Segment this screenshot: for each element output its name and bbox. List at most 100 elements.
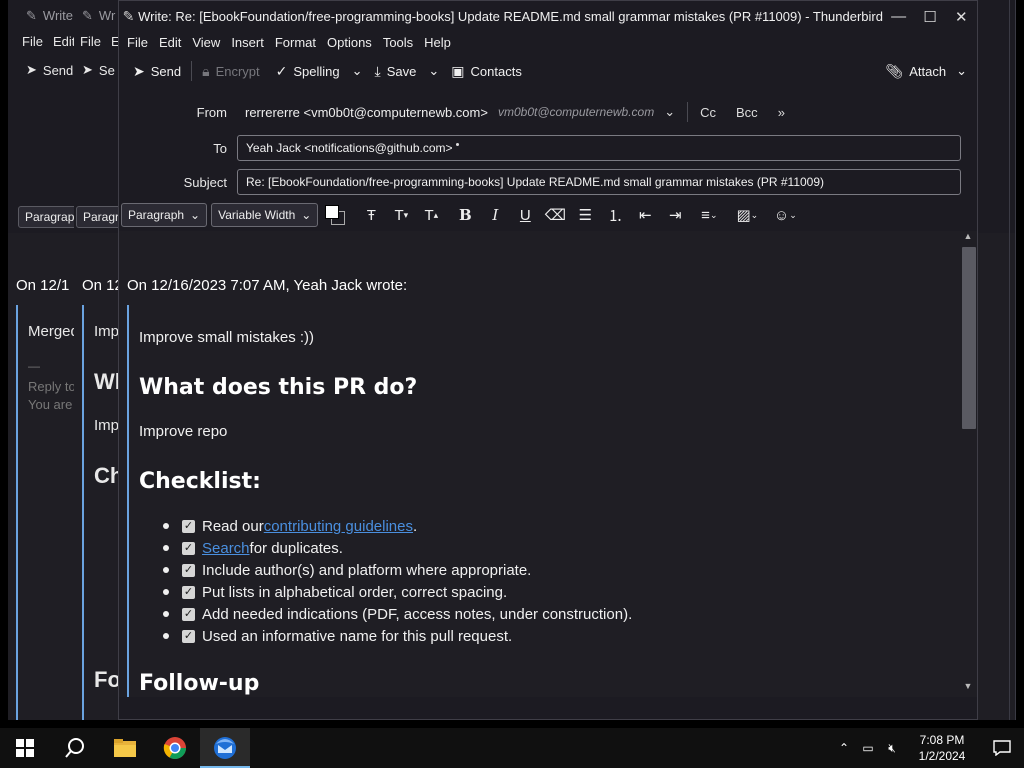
menu-file[interactable]: File bbox=[123, 35, 155, 50]
network-icon[interactable]: ▭ bbox=[856, 741, 880, 755]
heading-checklist: Checklist: bbox=[139, 469, 261, 494]
scroll-up-icon[interactable]: ▲ bbox=[959, 231, 977, 245]
text-color-picker[interactable] bbox=[322, 203, 348, 227]
to-field[interactable]: Yeah Jack <notifications@github.com> bbox=[237, 135, 961, 161]
menu-help[interactable]: Help bbox=[420, 35, 458, 50]
thunderbird-button[interactable] bbox=[200, 728, 250, 768]
from-identity: vm0b0t@computernewb.com bbox=[497, 105, 655, 119]
chevron-down-icon: ⌄ bbox=[190, 208, 201, 222]
decrease-font-size-icon[interactable]: T ▾ bbox=[388, 203, 414, 227]
menu-tools[interactable]: Tools bbox=[379, 35, 420, 50]
menu-options[interactable]: Options bbox=[323, 35, 379, 50]
from-dropdown[interactable]: ⌄ bbox=[654, 104, 685, 120]
outdent-icon[interactable]: ⇤ bbox=[632, 203, 658, 227]
intro-text: Improve small mistakes :)) bbox=[139, 329, 315, 346]
menu-view[interactable]: View bbox=[188, 35, 227, 50]
font-select[interactable]: Variable Width ⌄ bbox=[211, 203, 319, 227]
menu-insert[interactable]: Insert bbox=[227, 35, 271, 50]
spelling-dropdown[interactable]: ⌄ bbox=[348, 56, 367, 86]
remove-formatting-icon[interactable]: ⌫ bbox=[542, 203, 568, 227]
address-book-icon: ▣ bbox=[451, 62, 465, 79]
checkbox[interactable]: ✓ bbox=[182, 519, 195, 533]
scroll-down-icon[interactable]: ▼ bbox=[959, 681, 977, 695]
checklist-link[interactable]: contributing guidelines bbox=[264, 518, 413, 535]
checklist-link[interactable]: Search bbox=[202, 540, 250, 557]
bg2-menu-file[interactable]: File bbox=[80, 34, 101, 49]
checkbox[interactable]: ✓ bbox=[182, 585, 195, 599]
save-label: Save bbox=[386, 63, 417, 79]
windows-icon bbox=[16, 739, 34, 757]
checklist-text: Include author(s) and platform where app… bbox=[202, 561, 532, 579]
save-button[interactable]: ⤓ Save bbox=[367, 56, 425, 86]
close-button[interactable]: ✕ bbox=[946, 1, 977, 32]
chevron-up-icon[interactable]: ⌃ bbox=[832, 741, 856, 755]
cc-button[interactable]: Cc bbox=[690, 105, 726, 120]
save-dropdown[interactable]: ⌄ bbox=[424, 56, 443, 86]
bg2-send-button[interactable]: Se bbox=[99, 63, 115, 78]
message-editor[interactable]: On 12/16/2023 7:07 AM, Yeah Jack wrote: … bbox=[119, 231, 977, 697]
bullet-list-icon[interactable]: ☰ bbox=[572, 203, 598, 227]
chrome-button[interactable] bbox=[150, 728, 200, 768]
bg1-menu-file[interactable]: File bbox=[22, 34, 43, 49]
bullet-icon bbox=[163, 567, 169, 573]
attach-button[interactable]: 📎︎ Attach bbox=[877, 56, 954, 86]
compose-window[interactable]: ✎ Write: Re: [EbookFoundation/free-progr… bbox=[118, 0, 978, 720]
bold-icon[interactable]: B bbox=[452, 203, 478, 227]
more-recipients-icon[interactable]: » bbox=[768, 105, 795, 120]
bg1-quote: Merged — Reply to You are bbox=[16, 305, 79, 720]
format-toolbar: Paragraph ⌄ Variable Width ⌄ Ŧ T ▾ T ▴ B I… bbox=[119, 200, 977, 230]
checkbox[interactable]: ✓ bbox=[182, 563, 195, 577]
encrypt-button[interactable]: 🔒︎ Encrypt bbox=[194, 56, 268, 86]
paragraph-format-select[interactable]: Paragraph ⌄ bbox=[121, 203, 208, 227]
subject-field[interactable]: Re: [EbookFoundation/free-programming-bo… bbox=[237, 169, 961, 195]
spelling-label: Spelling bbox=[293, 63, 340, 79]
quoted-message: Improve small mistakes :)) What does thi… bbox=[127, 305, 947, 697]
titlebar[interactable]: ✎ Write: Re: [EbookFoundation/free-progr… bbox=[119, 1, 977, 32]
bg1-menu-edit[interactable]: Edit bbox=[53, 34, 75, 49]
scroll-thumb[interactable] bbox=[962, 247, 976, 429]
numbered-list-icon[interactable]: ⒈ bbox=[602, 203, 628, 227]
encrypt-label: Encrypt bbox=[215, 63, 260, 79]
bcc-button[interactable]: Bcc bbox=[726, 105, 768, 120]
vertical-scrollbar[interactable]: ▲ ▼ bbox=[959, 231, 977, 697]
text-color-swatch[interactable] bbox=[325, 205, 340, 219]
checkbox[interactable]: ✓ bbox=[182, 541, 195, 555]
minimize-button[interactable]: — bbox=[883, 1, 914, 32]
volume-muted-icon[interactable]: 🔇︎ bbox=[880, 741, 904, 756]
align-icon[interactable]: ≡ ⌄ bbox=[692, 203, 726, 227]
attach-dropdown[interactable]: ⌄ bbox=[954, 56, 977, 86]
increase-font-size-icon[interactable]: T ▴ bbox=[418, 203, 444, 227]
checklist-text: Read our bbox=[202, 517, 264, 535]
recipient-pill[interactable]: Yeah Jack <notifications@github.com> bbox=[246, 141, 459, 155]
indent-icon[interactable]: ⇥ bbox=[662, 203, 688, 227]
notifications-button[interactable] bbox=[980, 740, 1024, 756]
search-button[interactable] bbox=[50, 728, 100, 768]
from-select[interactable]: rerrererre <vm0b0t@computernewb.com> bbox=[237, 105, 488, 120]
contacts-button[interactable]: ▣ Contacts bbox=[443, 56, 530, 86]
send-icon: ➤ bbox=[26, 62, 37, 77]
clock[interactable]: 7:08 PM 1/2/2024 bbox=[904, 732, 980, 764]
italic-icon[interactable]: I bbox=[482, 203, 508, 227]
bg1-send-button[interactable]: Send bbox=[43, 63, 73, 78]
insert-image-icon[interactable]: ▨ ⌄ bbox=[730, 203, 764, 227]
menu-edit[interactable]: Edit bbox=[155, 35, 188, 50]
font-size-reset-icon[interactable]: Ŧ bbox=[358, 203, 384, 227]
underline-icon[interactable]: U bbox=[512, 203, 538, 227]
send-button[interactable]: ➤ Send bbox=[125, 56, 189, 86]
thunderbird-icon bbox=[214, 737, 236, 759]
checkbox[interactable]: ✓ bbox=[182, 607, 195, 621]
spelling-button[interactable]: ✓ Spelling bbox=[268, 56, 348, 86]
chrome-icon bbox=[163, 737, 186, 759]
file-explorer-button[interactable] bbox=[100, 728, 150, 768]
bg2-line5: Fo bbox=[94, 667, 121, 692]
checklist: ✓ Read our contributing guidelines. ✓ Searc… bbox=[163, 515, 632, 647]
maximize-button[interactable]: ☐ bbox=[914, 1, 945, 32]
to-row: To Yeah Jack <notifications@github.com> bbox=[119, 130, 977, 166]
menu-format[interactable]: Format bbox=[271, 35, 323, 50]
bg1-line1: Merged bbox=[28, 323, 79, 340]
paperclip-icon: 📎︎ bbox=[885, 62, 904, 79]
emoji-icon[interactable]: ☺ ⌄ bbox=[768, 203, 802, 227]
checkbox[interactable]: ✓ bbox=[182, 629, 195, 643]
start-button[interactable] bbox=[0, 728, 50, 768]
send-label: Send bbox=[150, 63, 182, 79]
